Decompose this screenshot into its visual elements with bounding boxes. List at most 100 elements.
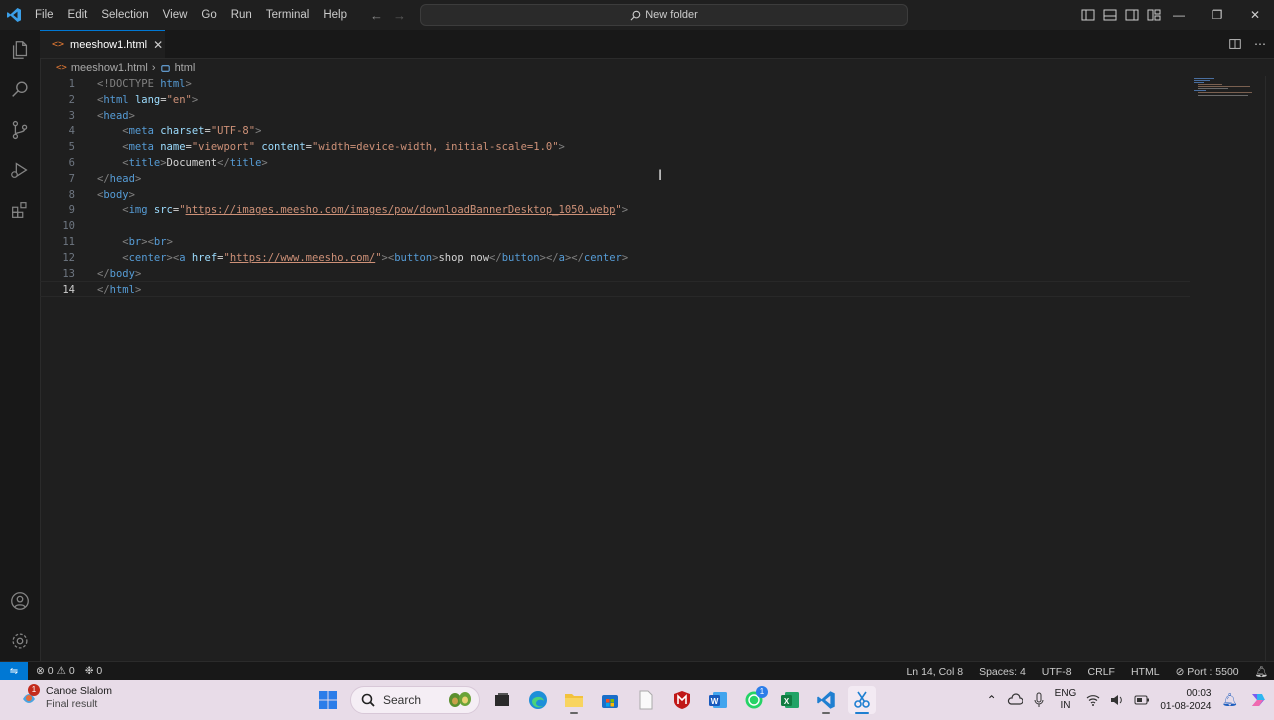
- avocado-search-highlight-icon: [447, 690, 473, 711]
- menu-file[interactable]: File: [28, 0, 61, 30]
- toggle-primary-sidebar-icon[interactable]: [1080, 7, 1096, 23]
- command-center-search[interactable]: New folder: [420, 4, 908, 26]
- taskbar-search[interactable]: Search: [350, 686, 480, 714]
- menu-selection[interactable]: Selection: [94, 0, 155, 30]
- line-number: 1: [68, 78, 75, 90]
- line-number: 8: [68, 188, 75, 201]
- split-editor-icon[interactable]: [1228, 37, 1242, 51]
- vscode-taskbar-icon[interactable]: [812, 686, 840, 714]
- explorer-button[interactable]: [0, 30, 40, 70]
- onedrive-cloud-icon[interactable]: [1007, 693, 1023, 707]
- code-token: lang: [134, 93, 161, 106]
- title-bar: File Edit Selection View Go Run Terminal…: [0, 0, 1274, 30]
- snipping-tool-icon[interactable]: [848, 686, 876, 714]
- code-token: <: [97, 204, 129, 217]
- live-server-port[interactable]: ⊘ Port : 5500: [1176, 666, 1239, 678]
- menu-edit[interactable]: Edit: [61, 0, 95, 30]
- lang-top: ENG: [1054, 688, 1077, 699]
- wifi-icon[interactable]: [1086, 694, 1100, 706]
- battery-icon[interactable]: [1134, 695, 1150, 705]
- run-debug-button[interactable]: [0, 150, 40, 190]
- ports-indicator[interactable]: ❉ 0: [85, 665, 103, 677]
- back-arrow-icon[interactable]: ←: [370, 8, 383, 23]
- menu-help[interactable]: Help: [316, 0, 354, 30]
- code-line[interactable]: 13 </body>: [40, 266, 1190, 282]
- code-line[interactable]: 11 <br><br>: [40, 234, 1190, 250]
- code-line[interactable]: 4 <meta charset="UTF-8">: [40, 123, 1190, 139]
- code-text: </head>: [97, 171, 141, 187]
- copilot-icon[interactable]: [1248, 690, 1268, 710]
- microphone-icon[interactable]: [1033, 692, 1045, 708]
- symbol-element-icon: [160, 64, 170, 72]
- word-icon[interactable]: W: [704, 686, 732, 714]
- code-line[interactable]: 2 <html lang="en">: [40, 92, 1190, 108]
- edge-icon[interactable]: [524, 686, 552, 714]
- code-line[interactable]: 6 <title>Document</title>: [40, 155, 1190, 171]
- language-mode[interactable]: HTML: [1131, 666, 1160, 678]
- accounts-button[interactable]: [0, 581, 40, 621]
- more-actions-icon[interactable]: ⋯: [1254, 37, 1266, 51]
- mcafee-icon[interactable]: [668, 686, 696, 714]
- problems-indicator[interactable]: ⊗ 0 ⚠ 0: [36, 665, 75, 677]
- code-line[interactable]: 12 <center><a href="https://www.meesho.c…: [40, 250, 1190, 266]
- language-indicator[interactable]: ENG IN: [1055, 688, 1077, 712]
- microsoft-store-icon[interactable]: [596, 686, 624, 714]
- source-control-button[interactable]: [0, 110, 40, 150]
- whatsapp-icon[interactable]: 1: [740, 686, 768, 714]
- code-token: head: [109, 172, 135, 185]
- chevron-up-icon[interactable]: ⌃: [987, 693, 997, 707]
- blank-document-icon[interactable]: [632, 686, 660, 714]
- code-line[interactable]: 7 </head>: [40, 171, 1190, 187]
- forward-arrow-icon[interactable]: →: [393, 8, 406, 23]
- remote-indicator[interactable]: ⇋: [0, 661, 28, 681]
- toggle-panel-icon[interactable]: [1102, 7, 1118, 23]
- restore-icon[interactable]: ❐: [1198, 0, 1236, 30]
- code-line[interactable]: 1 <!DOCTYPE html>: [40, 76, 1190, 92]
- start-button[interactable]: [314, 686, 342, 714]
- encoding[interactable]: UTF-8: [1042, 666, 1072, 678]
- extensions-button[interactable]: [0, 190, 40, 230]
- code-text: <title>Document</title>: [97, 155, 267, 171]
- notification-bell-icon[interactable]: 🔔︎: [1221, 692, 1238, 708]
- code-line[interactable]: 3 <head>: [40, 108, 1190, 124]
- volume-icon[interactable]: [1110, 694, 1124, 706]
- minimize-icon[interactable]: —: [1160, 0, 1198, 30]
- menu-view[interactable]: View: [156, 0, 195, 30]
- excel-icon[interactable]: X: [776, 686, 804, 714]
- menu-run[interactable]: Run: [224, 0, 259, 30]
- code-line[interactable]: 14 </html>: [40, 281, 1190, 298]
- close-icon[interactable]: ✕: [1236, 0, 1274, 30]
- search-button[interactable]: [0, 70, 40, 110]
- code-token: >: [134, 284, 142, 297]
- manage-button[interactable]: [0, 621, 40, 661]
- html-file-icon: <>: [56, 63, 67, 73]
- code-line[interactable]: 8 <body>: [40, 187, 1190, 203]
- task-view-icon[interactable]: [488, 686, 516, 714]
- remote-icon: ⇋: [9, 665, 19, 677]
- code-token: center: [128, 251, 167, 264]
- end-of-line[interactable]: CRLF: [1088, 666, 1115, 678]
- code-line[interactable]: 9 <img src="https://images.meesho.com/im…: [40, 202, 1190, 218]
- close-tab-icon[interactable]: ✕: [153, 38, 163, 52]
- code-line[interactable]: 10: [40, 218, 1190, 234]
- menu-go[interactable]: Go: [194, 0, 223, 30]
- clock[interactable]: 00:03 01-08-2024: [1160, 687, 1211, 713]
- breadcrumb-symbol[interactable]: html: [175, 62, 196, 74]
- code-token: </: [97, 267, 110, 280]
- breadcrumb-file[interactable]: meeshow1.html: [71, 62, 148, 74]
- tab-meeshow1-html[interactable]: <> meeshow1.html ✕: [40, 30, 165, 58]
- bell-icon[interactable]: 🔔︎: [1255, 665, 1268, 678]
- toggle-secondary-sidebar-icon[interactable]: [1124, 7, 1140, 23]
- code-editor[interactable]: 1 <!DOCTYPE html> 2 <html lang="en"> 3 <head>…: [40, 76, 1274, 661]
- code-token: "viewport": [191, 141, 256, 154]
- line-number: 7: [68, 172, 75, 185]
- minimap[interactable]: [1192, 78, 1252, 98]
- file-explorer-icon[interactable]: [560, 686, 588, 714]
- code-token: ></: [564, 251, 584, 264]
- news-widget[interactable]: 1 Canoe Slalom Final result: [20, 684, 112, 712]
- code-line[interactable]: 5 <meta name="viewport" content="width=d…: [40, 139, 1190, 155]
- vertical-scrollbar[interactable]: [1265, 76, 1274, 661]
- cursor-position[interactable]: Ln 14, Col 8: [906, 666, 963, 678]
- menu-terminal[interactable]: Terminal: [259, 0, 316, 30]
- indentation[interactable]: Spaces: 4: [979, 666, 1026, 678]
